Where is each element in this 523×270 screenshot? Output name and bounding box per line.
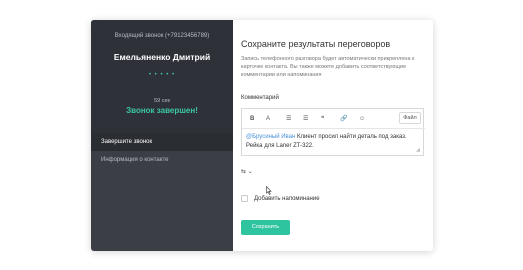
attach-file-button[interactable]: Файл [399, 112, 421, 124]
editor-toolbar: B A ☰ ☰ ❝ 🔗 ☺ Файл [242, 109, 425, 129]
call-status: Звонок завершен! [126, 106, 198, 115]
caller-name: Емельяненко Дмитрий [113, 52, 211, 62]
incoming-call-label: Входящий звонок (+79123456789) [114, 33, 210, 39]
text-color-button[interactable]: A [266, 114, 270, 124]
emoji-icon[interactable]: ☺ [359, 114, 365, 124]
nav-item-contact-info[interactable]: Информация о контакте [91, 151, 233, 169]
bullet-list-button[interactable]: ☰ [286, 114, 291, 124]
call-dots-indicator: • • • • • [148, 72, 176, 78]
numbered-list-button[interactable]: ☰ [303, 114, 308, 124]
call-duration: 59 сек [154, 98, 170, 104]
reminder-row[interactable]: Добавить напоминание [241, 194, 421, 204]
template-dropdown[interactable]: ⇆ ⌄ [241, 167, 259, 177]
resize-handle-icon[interactable]: ◢ [416, 148, 421, 153]
bold-button[interactable]: B [250, 114, 254, 124]
quote-button[interactable]: ❝ [321, 114, 324, 124]
reminder-checkbox[interactable] [241, 195, 248, 202]
call-summary: Входящий звонок (+79123456789) Емельянен… [91, 20, 233, 133]
form-description: Запись телефонного разговора будет автом… [241, 56, 415, 78]
user-mention[interactable]: @Брусиный Иван [246, 134, 295, 140]
mouse-cursor-icon [266, 186, 272, 195]
comment-editor[interactable]: B A ☰ ☰ ❝ 🔗 ☺ Файл @Брусиный Иван Клиент… [241, 108, 425, 156]
call-info-panel: Входящий звонок (+79123456789) Емельянен… [91, 20, 233, 251]
reminder-label: Добавить напоминание [254, 196, 320, 202]
results-form: ✕ Сохраните результаты переговоров Запис… [233, 20, 433, 251]
comment-text[interactable]: @Брусиный Иван Клиент просил найти детал… [246, 133, 416, 151]
comment-label: Комментарий [241, 95, 279, 101]
form-title: Сохраните результаты переговоров [241, 39, 391, 49]
save-button[interactable]: Сохранить [241, 220, 290, 235]
call-results-modal: Входящий звонок (+79123456789) Емельянен… [91, 20, 433, 251]
nav-item-finish-call[interactable]: Завершите звонок [91, 133, 233, 151]
link-icon[interactable]: 🔗 [340, 114, 347, 124]
